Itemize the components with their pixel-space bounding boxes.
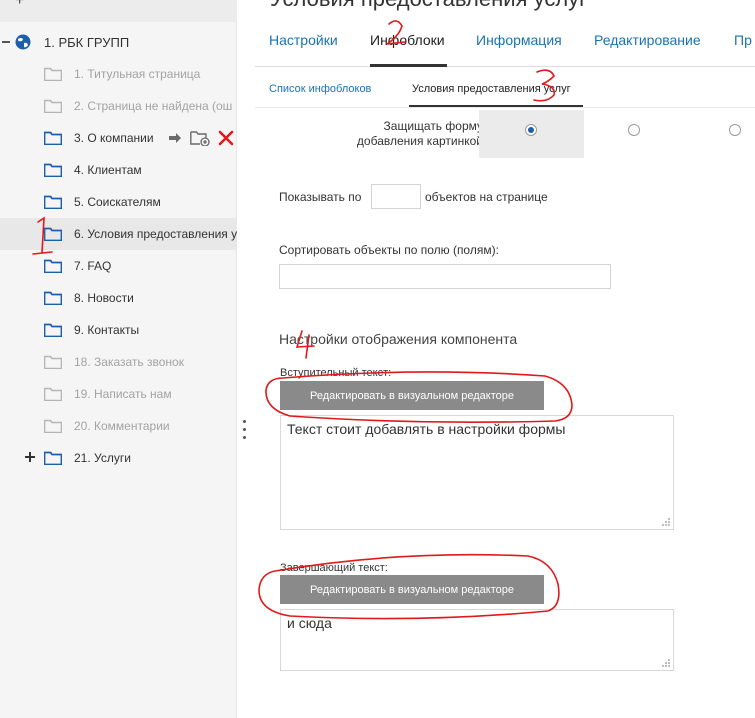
subtabs: Список инфоблоков Условия предоставления… bbox=[255, 72, 755, 108]
tree-root[interactable]: 1. РБК ГРУПП bbox=[0, 26, 237, 58]
intro-text-value: Текст стоит добавлять в настройки формы bbox=[287, 421, 566, 437]
expand-icon[interactable] bbox=[24, 450, 36, 464]
tree-item-label: 18. Заказать звонок bbox=[74, 355, 184, 369]
globe-icon bbox=[15, 34, 31, 50]
tree-item-label: 4. Клиентам bbox=[74, 163, 142, 177]
delete-icon[interactable] bbox=[218, 130, 234, 146]
protect-form-row: Защищать форму добавления картинкой bbox=[269, 110, 755, 158]
tree-item-label: 21. Услуги bbox=[74, 451, 131, 465]
per-page-input[interactable] bbox=[371, 184, 421, 209]
tree-item-6-selected[interactable]: 6. Условия предоставления у bbox=[0, 218, 237, 250]
edit-closing-visual-button[interactable]: Редактировать в визуальном редакторе bbox=[280, 575, 544, 604]
subtab-infoblock-list[interactable]: Список инфоблоков bbox=[269, 83, 371, 95]
sort-label: Сортировать объекты по полю (полям): bbox=[279, 243, 499, 257]
folder-icon bbox=[44, 355, 62, 369]
add-icon[interactable]: + bbox=[15, 0, 24, 10]
closing-textarea[interactable]: и сюда bbox=[280, 609, 674, 671]
closing-text-label: Завершающий текст: bbox=[280, 562, 388, 574]
move-arrow-icon[interactable] bbox=[168, 131, 182, 145]
tree-item-label: 8. Новости bbox=[74, 291, 134, 305]
radio-option-3[interactable] bbox=[729, 124, 741, 136]
folder-icon bbox=[44, 227, 62, 241]
site-tree-panel: + 1. РБК ГРУПП 1. Титульная страница 2. … bbox=[0, 0, 237, 718]
row-actions bbox=[168, 130, 234, 146]
tree-item-3[interactable]: 3. О компании bbox=[0, 122, 237, 154]
tree-item-label: 20. Комментарии bbox=[74, 419, 170, 433]
tree-item-2[interactable]: 2. Страница не найдена (ош bbox=[0, 90, 237, 122]
tree-item-label: 9. Контакты bbox=[74, 323, 140, 337]
tree-item-7[interactable]: 7. FAQ bbox=[0, 250, 237, 282]
subtab-service-terms[interactable]: Условия предоставления услуг bbox=[412, 83, 571, 95]
resize-grip-icon[interactable] bbox=[661, 517, 671, 527]
closing-text-value: и сюда bbox=[287, 615, 332, 631]
tree-item-21[interactable]: 21. Услуги bbox=[0, 442, 237, 474]
tab-information[interactable]: Информация bbox=[476, 32, 562, 48]
folder-icon bbox=[44, 67, 62, 81]
tab-editing[interactable]: Редактирование bbox=[594, 32, 701, 48]
tree-item-19[interactable]: 19. Написать нам bbox=[0, 378, 237, 410]
folder-icon bbox=[44, 323, 62, 337]
folder-icon bbox=[44, 419, 62, 433]
folder-icon bbox=[44, 195, 62, 209]
tree-item-1[interactable]: 1. Титульная страница bbox=[0, 58, 237, 90]
tree-item-label: 6. Условия предоставления у bbox=[74, 227, 237, 241]
add-folder-icon[interactable] bbox=[190, 130, 210, 146]
folder-icon bbox=[44, 291, 62, 305]
display-settings-heading: Настройки отображения компонента bbox=[279, 331, 518, 347]
collapse-icon[interactable] bbox=[0, 35, 12, 49]
tab-settings[interactable]: Настройки bbox=[269, 32, 338, 48]
tree-item-label: 7. FAQ bbox=[74, 259, 112, 273]
folder-icon bbox=[44, 451, 62, 465]
protect-form-label: Защищать форму добавления картинкой bbox=[293, 119, 483, 149]
tree-item-label: 19. Написать нам bbox=[74, 387, 172, 401]
tree-item-18[interactable]: 18. Заказать звонок bbox=[0, 346, 237, 378]
tab-more[interactable]: Пр bbox=[734, 32, 752, 48]
folder-icon bbox=[44, 259, 62, 273]
folder-icon bbox=[44, 131, 62, 145]
sort-fields-input[interactable] bbox=[279, 264, 611, 289]
folder-icon bbox=[44, 99, 62, 113]
folder-icon bbox=[44, 387, 62, 401]
sidebar-toolbar: + bbox=[0, 0, 237, 22]
tree-item-label: 1. Титульная страница bbox=[74, 67, 201, 81]
folder-icon bbox=[44, 163, 62, 177]
tree-item-label: 2. Страница не найдена (ош bbox=[74, 99, 233, 113]
panel-resize-handle[interactable] bbox=[243, 420, 247, 452]
active-tab-indicator bbox=[370, 64, 447, 67]
main-tabs: Настройки Инфоблоки Информация Редактиро… bbox=[255, 22, 755, 67]
page-title: Условия предоставления услуг bbox=[270, 0, 587, 12]
tree-item-label: 5. Соискателям bbox=[74, 195, 161, 209]
per-page-label: Показывать по bbox=[279, 190, 362, 204]
active-subtab-indicator bbox=[409, 105, 583, 107]
tree-item-4[interactable]: 4. Клиентам bbox=[0, 154, 237, 186]
main-content: Условия предоставления услуг Настройки И… bbox=[255, 0, 755, 718]
intro-textarea[interactable]: Текст стоит добавлять в настройки формы bbox=[280, 415, 674, 530]
intro-text-label: Вступительный текст: bbox=[280, 367, 392, 379]
tree-item-20[interactable]: 20. Комментарии bbox=[0, 410, 237, 442]
radio-option-2[interactable] bbox=[628, 124, 640, 136]
tree-item-5[interactable]: 5. Соискателям bbox=[0, 186, 237, 218]
tree-item-label: 3. О компании bbox=[74, 131, 154, 145]
protect-form-label-line1: Защищать форму bbox=[383, 119, 483, 133]
protect-form-label-line2: добавления картинкой bbox=[356, 134, 483, 148]
radio-option-1[interactable] bbox=[525, 124, 537, 136]
edit-intro-visual-button[interactable]: Редактировать в визуальном редакторе bbox=[280, 381, 544, 410]
resize-grip-icon[interactable] bbox=[661, 658, 671, 668]
tree-item-9[interactable]: 9. Контакты bbox=[0, 314, 237, 346]
tab-infoblocks[interactable]: Инфоблоки bbox=[370, 32, 445, 48]
tree-item-8[interactable]: 8. Новости bbox=[0, 282, 237, 314]
per-page-suffix: объектов на странице bbox=[425, 190, 548, 204]
tree-root-label: 1. РБК ГРУПП bbox=[44, 35, 130, 50]
